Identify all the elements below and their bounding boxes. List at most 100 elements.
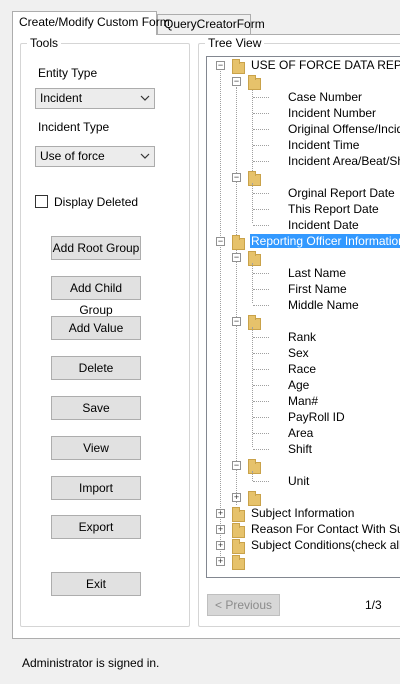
entity-type-select[interactable]: Incident [35,88,155,109]
add-value-button[interactable]: Add Value [51,316,141,340]
tree-leaf[interactable]: Incident Time [288,137,359,153]
folder-icon [248,75,261,90]
folder-icon [248,251,261,266]
tree-line [253,129,269,130]
expand-toggle[interactable]: + [216,509,225,518]
tree-line [253,417,269,418]
tree-line [253,97,269,98]
tree-line [253,161,269,162]
tree-leaf[interactable]: Middle Name [288,297,359,313]
tree-node-reason-for-contact[interactable]: Reason For Contact With Subje [251,521,400,537]
tree-leaf[interactable]: Area [288,425,313,441]
display-deleted-checkbox[interactable] [35,195,48,208]
tree-line [253,401,269,402]
folder-icon [232,235,245,250]
add-child-group-button[interactable]: Add Child Group [51,276,141,317]
expand-toggle[interactable]: + [216,557,225,566]
collapse-toggle[interactable]: − [232,461,241,470]
page-indicator: 1/3 [365,598,382,612]
collapse-toggle[interactable]: − [216,61,225,70]
tree-leaf[interactable]: PayRoll ID [288,409,345,425]
tree-line [252,183,253,223]
save-button[interactable]: Save [51,396,141,420]
folder-icon [248,459,261,474]
tree-leaf[interactable]: Sex [288,345,309,361]
tab-strip: Create/Modify Custom Form QueryCreatorFo… [0,0,400,35]
folder-icon [232,507,245,522]
tree-line [220,71,221,564]
tree-leaf[interactable]: Case Number [288,89,362,105]
folder-icon [232,555,245,570]
tools-group-title: Tools [27,36,62,50]
tree-line [236,87,237,505]
tree-line [253,113,269,114]
tab-create-modify-custom-form[interactable]: Create/Modify Custom Form [12,11,170,35]
status-text: Administrator is signed in. [22,656,160,670]
tree-line [253,145,269,146]
tree-line [252,327,253,447]
tree-node-reporting-officer-information[interactable]: Reporting Officer Information [250,233,400,249]
expand-toggle[interactable]: + [216,541,225,550]
tree-leaf[interactable]: Shift [288,441,312,457]
tree-leaf[interactable]: Rank [288,329,316,345]
incident-type-select[interactable]: Use of force [35,146,155,167]
tree-node-root[interactable]: USE OF FORCE DATA REPOR [251,57,400,73]
entity-type-label: Entity Type [38,66,98,80]
folder-icon [248,171,261,186]
collapse-toggle[interactable]: − [232,173,241,182]
tab-query-creator-form[interactable]: QueryCreatorForm [157,14,265,34]
previous-button[interactable]: < Previous [207,594,280,616]
add-root-group-button[interactable]: Add Root Group [51,236,141,260]
view-button[interactable]: View [51,436,141,460]
tree-leaf[interactable]: Age [288,377,309,393]
incident-type-label: Incident Type [38,120,110,134]
tree-line [252,471,253,481]
folder-icon [232,523,245,538]
tree-leaf[interactable]: Man# [288,393,318,409]
chevron-down-icon [140,153,150,159]
chevron-down-icon [140,95,150,101]
entity-type-value: Incident [40,91,83,105]
tree-line [253,481,269,482]
tree-line [253,193,269,194]
folder-icon [248,315,261,330]
tree-line [253,305,269,306]
incident-type-value: Use of force [40,149,105,163]
import-button[interactable]: Import [51,476,141,500]
display-deleted-label: Display Deleted [54,195,139,209]
folder-icon [232,539,245,554]
tree-leaf[interactable]: This Report Date [288,201,379,217]
tree-leaf[interactable]: Orginal Report Date [288,185,395,201]
tree-line [253,433,269,434]
tree-line [253,289,269,290]
tree-line [253,225,269,226]
collapse-toggle[interactable]: − [232,77,241,86]
expand-toggle[interactable]: + [216,525,225,534]
tree-view[interactable]: − USE OF FORCE DATA REPOR − Case Number … [206,56,400,578]
collapse-toggle[interactable]: − [216,237,225,246]
collapse-toggle[interactable]: − [232,253,241,262]
folder-icon [232,59,245,74]
tree-line [253,449,269,450]
tree-leaf[interactable]: Last Name [288,265,346,281]
tree-node-subject-conditions[interactable]: Subject Conditions(check all tha [251,537,400,553]
tree-line [253,273,269,274]
tree-leaf[interactable]: Unit [288,473,309,489]
expand-toggle[interactable]: + [232,493,241,502]
tree-leaf[interactable]: Incident Date [288,217,359,233]
tree-leaf[interactable]: Incident Area/Beat/Shif [288,153,400,169]
tree-node-subject-information[interactable]: Subject Information [251,505,354,521]
collapse-toggle[interactable]: − [232,317,241,326]
delete-button[interactable]: Delete [51,356,141,380]
tree-leaf[interactable]: First Name [288,281,347,297]
tree-leaf[interactable]: Original Offense/Incider [288,121,400,137]
tree-line [253,369,269,370]
export-button[interactable]: Export [51,515,141,539]
exit-button[interactable]: Exit [51,572,141,596]
tree-leaf[interactable]: Race [288,361,316,377]
tree-line [253,337,269,338]
tree-leaf[interactable]: Incident Number [288,105,376,121]
tree-line [253,209,269,210]
tree-line [253,353,269,354]
tree-line [252,263,253,303]
